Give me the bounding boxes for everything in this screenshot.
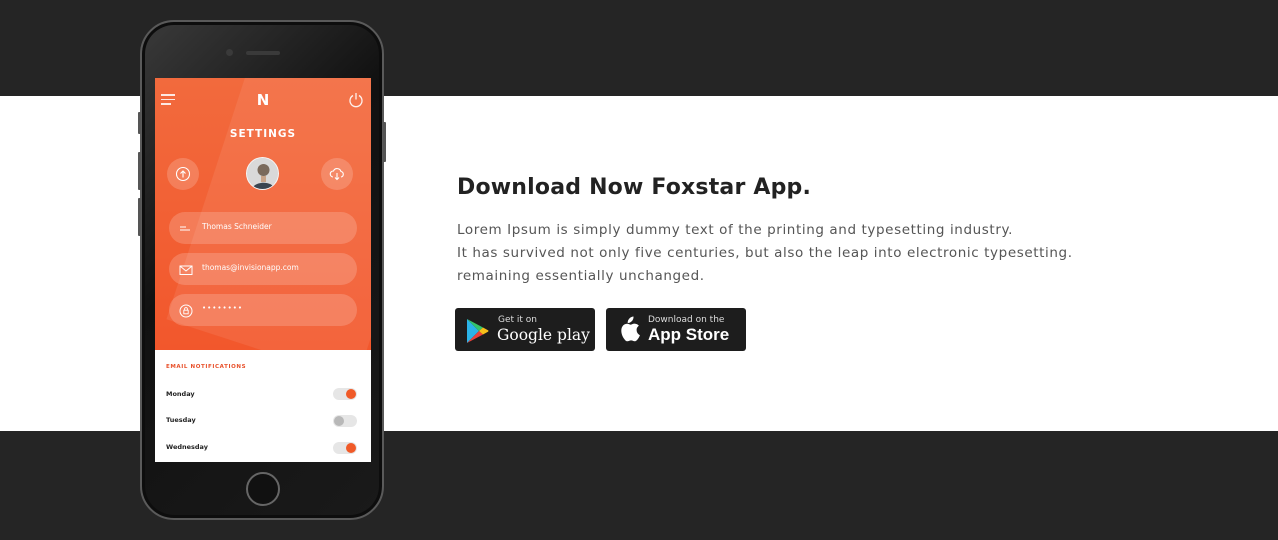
day-label-monday: Monday xyxy=(166,390,195,398)
lock-icon xyxy=(179,303,193,322)
description-line-2: It has survived not only five centuries,… xyxy=(457,245,1073,261)
name-value: Thomas Schneider xyxy=(202,222,272,231)
app-logo: N xyxy=(256,91,270,109)
hamburger-menu-icon[interactable] xyxy=(161,94,175,106)
app-store-small-label: Download on the xyxy=(648,315,725,325)
toggle-tuesday[interactable] xyxy=(333,415,357,427)
name-icon xyxy=(179,221,193,240)
toggle-wednesday[interactable] xyxy=(333,442,357,454)
day-label-wednesday: Wednesday xyxy=(166,443,208,451)
email-value: thomas@invisionapp.com xyxy=(202,263,299,272)
app-store-button[interactable]: Download on the App Store xyxy=(606,308,746,351)
app-store-big-label: App Store xyxy=(648,325,730,344)
phone-mockup: N SETTINGS Thomas Schneider thomas@invis… xyxy=(138,20,386,520)
phone-speaker xyxy=(246,51,280,55)
cloud-download-button[interactable] xyxy=(321,158,353,190)
phone-screen: N SETTINGS Thomas Schneider thomas@invis… xyxy=(155,78,371,462)
mail-icon xyxy=(179,262,193,281)
google-play-big-label: Google play xyxy=(497,326,590,344)
google-play-small-label: Get it on xyxy=(498,315,538,325)
toggle-monday[interactable] xyxy=(333,388,357,400)
phone-volume-up xyxy=(138,152,141,190)
notifications-title: EMAIL NOTIFICATIONS xyxy=(166,364,247,370)
power-icon[interactable] xyxy=(348,92,364,108)
password-value: •••••••• xyxy=(202,304,244,312)
password-field[interactable]: •••••••• xyxy=(169,294,357,326)
upload-icon xyxy=(175,166,191,182)
apple-icon xyxy=(618,316,640,346)
phone-camera xyxy=(226,49,233,56)
phone-power-button xyxy=(383,122,386,162)
section-heading: Download Now Foxstar App. xyxy=(457,175,812,200)
description-line-1: Lorem Ipsum is simply dummy text of the … xyxy=(457,222,1014,238)
upload-button[interactable] xyxy=(167,158,199,190)
screen-title: SETTINGS xyxy=(229,128,297,140)
name-field[interactable]: Thomas Schneider xyxy=(169,212,357,244)
google-play-button[interactable]: Get it on Google play xyxy=(455,308,595,351)
cloud-download-icon xyxy=(329,168,344,181)
phone-home-button xyxy=(246,472,280,506)
description-line-3: remaining essentially unchanged. xyxy=(457,268,705,284)
google-play-icon xyxy=(465,318,489,348)
phone-volume-down xyxy=(138,198,141,236)
phone-mute-switch xyxy=(138,112,141,134)
avatar[interactable] xyxy=(246,157,279,190)
day-label-tuesday: Tuesday xyxy=(166,416,196,424)
email-field[interactable]: thomas@invisionapp.com xyxy=(169,253,357,285)
